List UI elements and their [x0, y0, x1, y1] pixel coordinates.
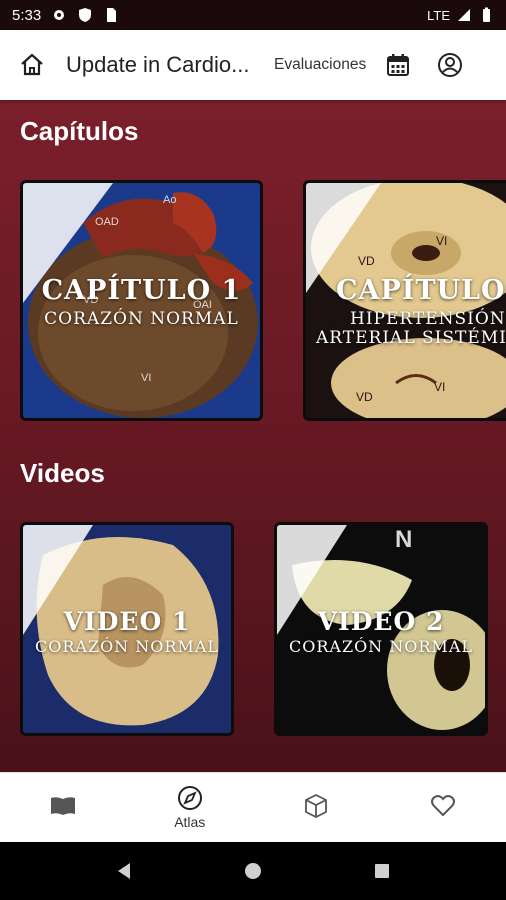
app-bar: Update in Cardio... Evaluaciones — [0, 30, 506, 100]
compass-icon — [177, 786, 202, 810]
tab-atlas-label: Atlas — [174, 814, 206, 830]
heart-icon — [430, 795, 455, 817]
profile-button[interactable] — [430, 45, 470, 85]
network-type: LTE — [427, 7, 450, 23]
chapter-card-1[interactable]: Ao OAD VD OAI VI CAPÍTULO 1 CORAZÓN NORM… — [20, 180, 263, 421]
bottom-navigation: Atlas — [0, 772, 506, 842]
tab-favorites[interactable] — [380, 773, 506, 842]
video-2-title: VIDEO 2 — [317, 607, 445, 636]
page-title: Update in Cardio... — [66, 52, 250, 77]
tag-vd-2: VD — [356, 390, 373, 404]
battery-icon — [483, 7, 490, 22]
tag-vi-2: VI — [434, 380, 445, 394]
tab-book[interactable] — [0, 773, 127, 842]
tag-vd: VD — [358, 254, 375, 268]
tag-oad: OAD — [95, 216, 119, 228]
chapters-heading: Capítulos — [20, 116, 139, 146]
shield-icon — [79, 8, 92, 22]
back-icon[interactable] — [114, 861, 134, 881]
recents-icon[interactable] — [372, 861, 392, 881]
cube-icon — [305, 793, 328, 819]
chapter-card-2[interactable]: VD VI VD VI CAPÍTULO 2 HIPERTENSIÓN ARTE… — [303, 180, 506, 421]
home-button[interactable] — [12, 45, 52, 85]
home-circle-icon[interactable] — [243, 861, 263, 881]
chapter-1-title: CAPÍTULO 1 — [41, 275, 242, 306]
evaluations-link[interactable]: Evaluaciones — [274, 56, 366, 74]
status-bar: 5:33 LTE — [0, 0, 506, 30]
account-icon — [438, 53, 463, 77]
calendar-icon — [387, 54, 410, 76]
status-time: 5:33 — [12, 6, 42, 24]
chapter-1-subtitle: CORAZÓN NORMAL — [44, 309, 239, 329]
book-icon — [51, 797, 76, 815]
main-content[interactable]: Capítulos Ao OAD VD OAI VI CAPÍTULO 1 CO… — [0, 100, 506, 772]
tab-atlas[interactable]: Atlas — [127, 773, 254, 842]
settings-icon — [54, 10, 65, 20]
chapter-2-subtitle-1: HIPERTENSIÓN — [350, 309, 506, 329]
video-1-subtitle: CORAZÓN NORMAL — [34, 637, 219, 656]
video-1-title: VIDEO 1 — [63, 607, 191, 636]
calendar-button[interactable] — [378, 45, 418, 85]
chapter-2-subtitle-2: ARTERIAL SISTÉMI — [316, 328, 506, 348]
home-icon — [21, 53, 43, 76]
system-navigation-bar — [0, 842, 506, 900]
tab-cube[interactable] — [253, 773, 380, 842]
video-card-2[interactable]: N VIDEO 2 CORAZÓN NORMAL — [274, 522, 488, 736]
tag-vi: VI — [436, 234, 447, 248]
videos-heading: Videos — [20, 458, 105, 488]
tag-ao: Ao — [163, 194, 176, 206]
video-card-1[interactable]: VIDEO 1 CORAZÓN NORMAL — [20, 522, 234, 736]
tag-vi: VI — [141, 372, 151, 384]
video-2-subtitle: CORAZÓN NORMAL — [288, 637, 473, 656]
sim-card-icon — [107, 8, 117, 22]
chapter-2-title: CAPÍTULO 2 — [336, 275, 506, 306]
signal-icon — [458, 9, 470, 21]
corner-tag-n: N — [395, 526, 412, 553]
